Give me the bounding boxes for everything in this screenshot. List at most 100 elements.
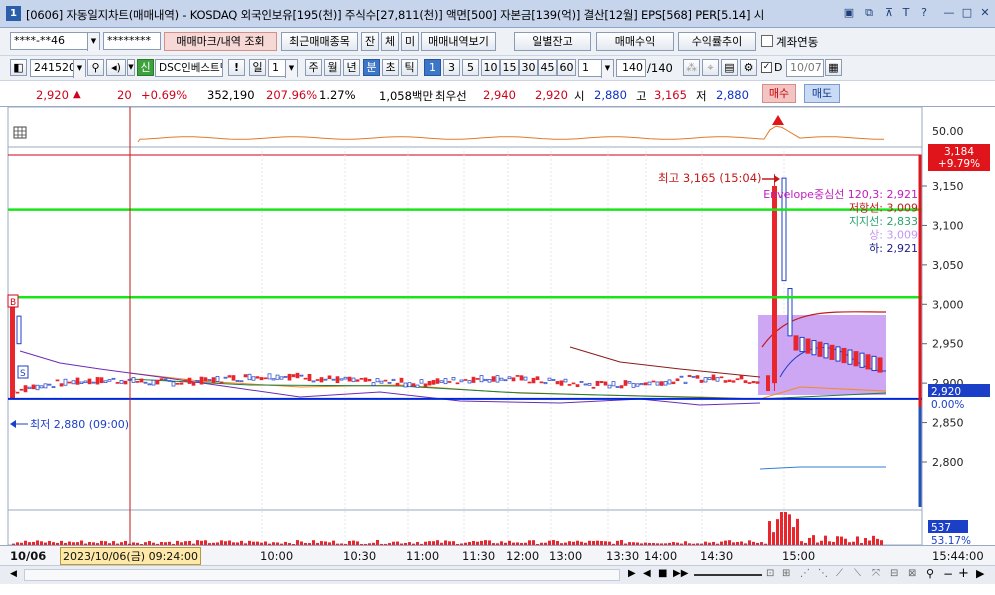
table-icon[interactable] bbox=[13, 126, 27, 139]
recent-trades-button[interactable]: 최근매매종목 bbox=[281, 32, 358, 51]
zoom-icon[interactable]: ⚲ bbox=[926, 567, 934, 580]
scroll-right-icon[interactable]: ▶ bbox=[976, 567, 984, 580]
play-icon[interactable]: ▶ bbox=[628, 568, 636, 579]
stop-icon[interactable]: ■ bbox=[658, 568, 667, 579]
chevron-down-icon[interactable]: ▼ bbox=[73, 60, 85, 78]
close-icon[interactable]: ✕ bbox=[978, 6, 992, 20]
minute-3-button[interactable]: 3 bbox=[443, 59, 460, 76]
account-select[interactable]: ****-**46 ▼ bbox=[10, 32, 100, 51]
tool-icon-4[interactable]: ⋱ bbox=[818, 568, 828, 579]
candle bbox=[375, 378, 380, 383]
period-tick-button[interactable]: 틱 bbox=[401, 59, 418, 76]
tool-icon-2[interactable]: ⊞ bbox=[782, 568, 790, 579]
candle bbox=[859, 352, 865, 368]
period-minute-button[interactable]: 분 bbox=[363, 59, 380, 76]
sell-button[interactable]: 매도 bbox=[804, 84, 840, 103]
tool-icon-5[interactable]: ⟋ bbox=[836, 568, 843, 579]
password-field[interactable]: ******** bbox=[103, 32, 161, 50]
price-chart[interactable]: 최고 3,165 (15:04) 최저 2,880 (09:00) B S En… bbox=[0, 107, 995, 565]
unexecuted-button[interactable]: 미 bbox=[401, 32, 419, 51]
search-icon[interactable]: ⚲ bbox=[87, 59, 104, 76]
candle bbox=[407, 382, 412, 388]
stock-name-field[interactable]: DSC인베스트먼 bbox=[155, 59, 223, 77]
grid-icon[interactable]: ⁂ bbox=[683, 59, 700, 76]
tool-icon-3[interactable]: ⋰ bbox=[800, 568, 810, 579]
tool-icon-8[interactable]: ⊟ bbox=[890, 568, 898, 579]
minute-30-button[interactable]: 30 bbox=[519, 59, 538, 76]
period-day-button[interactable]: 일 bbox=[249, 59, 266, 76]
minimize-icon[interactable]: — bbox=[942, 6, 956, 20]
text-icon[interactable]: T bbox=[899, 6, 913, 20]
warning-button[interactable]: ! bbox=[228, 59, 245, 76]
copy-icon[interactable]: ⧉ bbox=[862, 6, 876, 20]
scroll-left-icon[interactable]: ◀ bbox=[10, 569, 17, 579]
d-label: D bbox=[774, 61, 783, 74]
tool-icon-1[interactable]: ⊡ bbox=[766, 568, 774, 579]
candle bbox=[363, 377, 368, 382]
minute-10-button[interactable]: 10 bbox=[481, 59, 500, 76]
chart-icon[interactable]: ◧ bbox=[10, 59, 27, 76]
chevron-down-icon[interactable]: ▼ bbox=[285, 60, 297, 78]
minute-45-button[interactable]: 45 bbox=[538, 59, 557, 76]
gear-icon[interactable]: ⚙ bbox=[740, 59, 757, 76]
tool-icon-6[interactable]: ⟍ bbox=[854, 568, 861, 579]
candle bbox=[63, 378, 68, 386]
tool-icon-7[interactable]: ⤧ bbox=[872, 568, 880, 579]
fast-forward-icon[interactable]: ▶▶ bbox=[673, 568, 688, 579]
candle bbox=[723, 380, 728, 383]
candle bbox=[431, 380, 436, 385]
account-link-checkbox[interactable] bbox=[761, 35, 773, 47]
zoom-in-icon[interactable]: + bbox=[958, 566, 969, 581]
candle bbox=[111, 377, 116, 380]
help-icon[interactable]: ? bbox=[917, 6, 931, 20]
count-input[interactable]: 140 bbox=[616, 59, 646, 77]
candle bbox=[539, 381, 544, 384]
period-second-button[interactable]: 초 bbox=[382, 59, 399, 76]
sound-icon[interactable]: ◂) bbox=[106, 59, 126, 76]
d-checkbox[interactable]: ✓ bbox=[761, 62, 772, 73]
speed-slider[interactable] bbox=[694, 574, 762, 576]
trade-mark-query-button[interactable]: 매매마크/내역 조회 bbox=[164, 32, 277, 51]
buy-button[interactable]: 매수 bbox=[762, 84, 796, 103]
chevron-down-icon[interactable]: ▼ bbox=[87, 33, 99, 51]
period-week-button[interactable]: 주 bbox=[305, 59, 322, 76]
legend-entry: 하: 2,921 bbox=[869, 241, 918, 255]
ask-price: 2,940 bbox=[483, 88, 516, 102]
zoom-out-icon[interactable]: − bbox=[943, 567, 953, 581]
minute-60-button[interactable]: 60 bbox=[557, 59, 576, 76]
return-trend-button[interactable]: 수익률추이 bbox=[678, 32, 756, 51]
calendar-icon[interactable]: ▦ bbox=[825, 59, 842, 76]
unit-select[interactable]: 1 ▼ bbox=[578, 59, 614, 78]
link-icon[interactable]: ▣ bbox=[842, 6, 856, 20]
horizontal-scrollbar[interactable] bbox=[24, 569, 620, 581]
x-tick-label: 15:00 bbox=[782, 549, 816, 563]
trade-profit-button[interactable]: 매매수익 bbox=[596, 32, 674, 51]
minute-5-button[interactable]: 5 bbox=[462, 59, 479, 76]
period-month-button[interactable]: 월 bbox=[324, 59, 341, 76]
trade-history-button[interactable]: 매매내역보기 bbox=[421, 32, 496, 51]
code-input[interactable]: 241520 ▼ bbox=[30, 59, 86, 78]
tool-icon-9[interactable]: ⊠ bbox=[908, 568, 916, 579]
step-back-icon[interactable]: ◀ bbox=[643, 568, 651, 579]
high-price: 3,165 bbox=[654, 88, 687, 102]
quote-bar: 2,920 ▲ 20 +0.69% 352,190 207.96% 1.27% … bbox=[0, 81, 995, 107]
candle bbox=[523, 376, 528, 381]
chevron-down-icon[interactable]: ▼ bbox=[601, 60, 613, 78]
trade-amount: 1,058백만 bbox=[379, 89, 434, 103]
x-tick-label: 10:00 bbox=[260, 549, 294, 563]
date-input[interactable]: 10/07 bbox=[786, 59, 824, 77]
save-icon[interactable]: ▤ bbox=[721, 59, 738, 76]
candle bbox=[455, 382, 460, 385]
period-year-button[interactable]: 년 bbox=[343, 59, 360, 76]
executed-button[interactable]: 체 bbox=[381, 32, 399, 51]
period-value-select[interactable]: 1 ▼ bbox=[268, 59, 298, 78]
chevron-down-icon[interactable]: ▼ bbox=[127, 59, 135, 76]
pin-icon[interactable]: ⊼ bbox=[882, 6, 896, 20]
balance-button[interactable]: 잔 bbox=[361, 32, 379, 51]
minute-15-button[interactable]: 15 bbox=[500, 59, 519, 76]
daily-balance-button[interactable]: 일별잔고 bbox=[514, 32, 591, 51]
crosshair-icon[interactable]: ⌖ bbox=[702, 59, 719, 76]
candle bbox=[751, 381, 756, 384]
minute-1-button[interactable]: 1 bbox=[424, 59, 441, 76]
maximize-icon[interactable]: □ bbox=[960, 6, 974, 20]
